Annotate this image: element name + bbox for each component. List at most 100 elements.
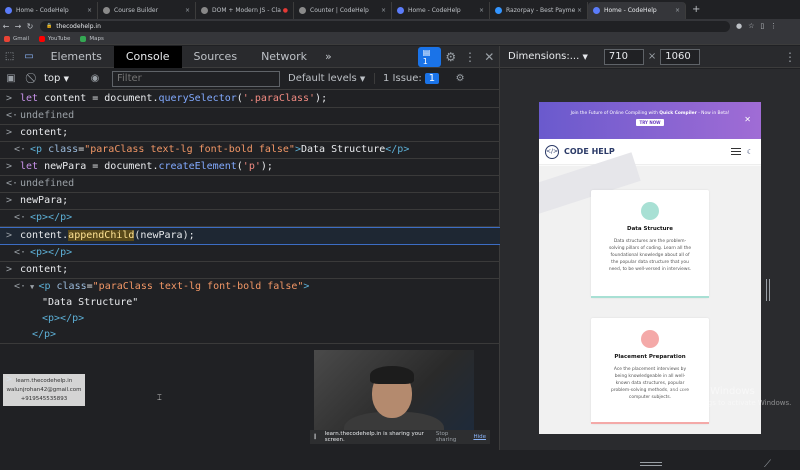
console-result-element[interactable]: <· <p class="paraClass text-lg font-bold … [0, 142, 500, 159]
course-card-data-structure[interactable]: Data Structure Data structures are the p… [591, 190, 709, 298]
messages-count: 1 [422, 56, 428, 66]
tab-sources[interactable]: Sources [182, 46, 250, 68]
context-label: top [44, 73, 61, 84]
bookmark-label: YouTube [48, 35, 71, 42]
browser-tab[interactable]: Course Builder × [98, 2, 196, 19]
resize-corner-icon[interactable]: ⟋ [764, 459, 771, 470]
new-tab-button[interactable]: + [686, 2, 706, 19]
device-toolbar-icon[interactable]: ▭ [19, 51, 38, 62]
tab-console[interactable]: Console [113, 45, 182, 68]
site-name[interactable]: CODE HELP [564, 147, 615, 156]
maps-icon [80, 35, 87, 42]
times-separator: × [647, 51, 657, 62]
console-settings-gear-icon[interactable]: ⚙ [449, 73, 471, 84]
data-structure-icon [641, 202, 659, 220]
device-height-input[interactable] [660, 48, 701, 65]
hide-button[interactable]: Hide [473, 434, 486, 440]
messages-badge[interactable]: ▤ 1 [417, 46, 442, 67]
hamburger-menu-icon[interactable] [730, 146, 741, 158]
watermark-email: walunjrohan42@gmail.com [6, 387, 82, 393]
bookmark-label: Gmail [13, 35, 30, 42]
log-levels-dropdown[interactable]: Default levels ▼ [288, 73, 368, 84]
tab-network[interactable]: Network [249, 46, 319, 68]
bookmarks-bar: Gmail YouTube Maps [0, 33, 800, 45]
clear-console-icon[interactable]: ⃠ [22, 73, 44, 84]
console-filter-input[interactable] [112, 70, 280, 87]
close-devtools-icon[interactable]: ✕ [480, 50, 499, 64]
close-tab-icon[interactable]: × [675, 7, 680, 14]
codehelp-favicon-icon [593, 7, 600, 14]
console-input-line: > newPara; [0, 193, 500, 210]
close-tab-icon[interactable]: × [185, 7, 190, 14]
browser-tab[interactable]: DOM + Modern JS - Class I● [196, 2, 294, 19]
browser-tab[interactable]: Home - CodeHelp × [392, 2, 490, 19]
url-text: thecodehelp.in [56, 22, 101, 30]
browser-tab[interactable]: Counter | CodeHelp × [294, 2, 392, 19]
more-options-icon[interactable]: ⋮ [460, 50, 479, 64]
pause-icon: ∥ [314, 434, 317, 440]
card-accent-bar [591, 296, 709, 298]
recording-indicator-icon: ● [282, 7, 288, 14]
bookmark-youtube[interactable]: YouTube [39, 35, 71, 42]
resize-handle-bottom-icon[interactable] [640, 462, 662, 466]
lock-icon: 🔒 [46, 23, 53, 29]
star-icon[interactable]: ☆ [748, 22, 754, 30]
close-tab-icon[interactable]: × [577, 7, 582, 14]
try-now-button[interactable]: TRY NOW [636, 119, 664, 126]
console-result-expanded[interactable]: <· ▼ <p class="paraClass text-lg font-bol… [0, 279, 500, 295]
extension-icon[interactable]: ● [736, 22, 742, 30]
dimensions-dropdown[interactable]: Dimensions:... ▼ [508, 51, 588, 62]
device-more-options-icon[interactable]: ⋮ [784, 50, 800, 64]
close-tab-icon[interactable]: × [87, 7, 92, 14]
console-result-element[interactable]: <· <p></p> [0, 245, 500, 262]
result-arrow-icon: <· [14, 247, 27, 258]
issues-label: 1 Issue: [383, 73, 422, 84]
console-result-element[interactable]: <· <p></p> [0, 210, 500, 227]
settings-gear-icon[interactable]: ⚙ [441, 50, 460, 64]
inspect-element-icon[interactable]: ⬚ [0, 51, 19, 62]
stop-sharing-button[interactable]: Stop sharing [436, 431, 466, 443]
url-field[interactable]: 🔒 thecodehelp.in [40, 20, 730, 32]
result-arrow-icon: <· [14, 144, 27, 155]
tab-elements[interactable]: Elements [39, 46, 114, 68]
codehelp-logo-icon[interactable]: </> [545, 144, 559, 159]
banner-text-bold: Quick Compiler [659, 111, 697, 116]
sidebar-toggle-icon[interactable]: ▣ [0, 73, 22, 84]
browser-tab[interactable]: Razorpay - Best Payment Solu× [490, 2, 588, 19]
browser-tab-active[interactable]: Home - CodeHelp × [588, 2, 686, 19]
device-toolbar: Dimensions:... ▼ × ⋮ [500, 46, 800, 68]
result-arrow-icon: <· [14, 212, 27, 223]
context-selector[interactable]: top ▼ [44, 73, 84, 84]
forward-icon[interactable]: → [12, 22, 24, 31]
resize-handle-right-icon[interactable] [766, 279, 770, 301]
course-card-placement-preparation[interactable]: Placement Preparation Ace the placement … [591, 318, 709, 424]
tab-label: DOM + Modern JS - Class I [212, 7, 281, 14]
tab-label: Counter | CodeHelp [310, 7, 369, 14]
more-tabs-button[interactable]: » [319, 46, 338, 68]
device-width-input[interactable] [603, 48, 644, 65]
close-tab-icon[interactable]: × [479, 7, 484, 14]
card-accent-bar [591, 422, 709, 424]
close-banner-icon[interactable]: ✕ [744, 115, 751, 124]
issues-button[interactable]: 1 Issue: 1 [374, 73, 440, 84]
sidebar-icon[interactable]: ▯ [760, 22, 764, 30]
banner-text-suffix: - Now in Beta! [696, 111, 730, 116]
browser-tab[interactable]: Home - CodeHelp × [0, 2, 98, 19]
bookmark-maps[interactable]: Maps [80, 35, 104, 42]
bookmark-label: Maps [89, 35, 104, 42]
close-tab-icon[interactable]: × [381, 7, 386, 14]
tab-label: Home - CodeHelp [604, 7, 657, 14]
dark-mode-moon-icon[interactable]: ☾ [747, 148, 753, 156]
tree-child-node[interactable]: <p></p> [0, 311, 500, 327]
back-icon[interactable]: ← [0, 22, 12, 31]
webcam-overlay [314, 350, 474, 432]
console-toolbar: ▣ ⃠ top ▼ ◉ Default levels ▼ 1 Issue:1 ⚙ [0, 68, 499, 90]
reload-icon[interactable]: ↻ [24, 22, 36, 31]
input-chevron-icon: > [6, 127, 13, 138]
card-description: Data structures are the problem- solving… [608, 239, 692, 272]
live-expression-eye-icon[interactable]: ◉ [84, 73, 106, 84]
codehelp-favicon-icon [5, 7, 12, 14]
bookmark-gmail[interactable]: Gmail [4, 35, 30, 42]
menu-icon[interactable]: ⋮ [770, 22, 777, 30]
input-chevron-icon: > [6, 264, 13, 275]
